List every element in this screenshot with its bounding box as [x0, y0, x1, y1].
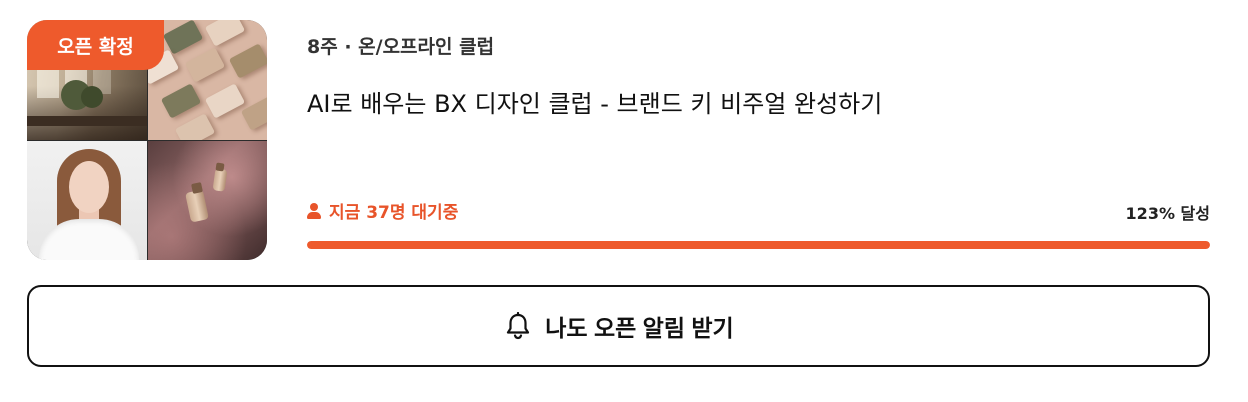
- waiting-count-text: 지금 37명 대기중: [329, 203, 459, 223]
- waiting-status: 지금 37명 대기중: [307, 198, 458, 223]
- achievement-rate: 123% 달성: [1125, 204, 1210, 223]
- open-notification-button[interactable]: 나도 오픈 알림 받기: [27, 285, 1210, 367]
- open-confirmed-badge: 오픈 확정: [27, 20, 164, 70]
- perfume-bottle-image: [148, 141, 267, 260]
- bell-icon: [503, 311, 533, 341]
- user-icon: [307, 202, 321, 219]
- course-meta: 8주 · 온/오프라인 클럽: [307, 36, 495, 58]
- course-title[interactable]: AI로 배우는 BX 디자인 클럽 - 브랜드 키 비주얼 완성하기: [307, 84, 882, 119]
- course-card[interactable]: 오픈 확정 8주 · 온/오프라인 클럽 AI로 배우는 BX 디자인 클럽 -…: [0, 0, 1248, 402]
- instructor-portrait-image: [27, 141, 147, 260]
- progress-bar: [307, 241, 1210, 249]
- product-packs-image: [148, 20, 267, 140]
- progress-fill: [307, 241, 1210, 249]
- open-notification-label: 나도 오픈 알림 받기: [545, 315, 734, 341]
